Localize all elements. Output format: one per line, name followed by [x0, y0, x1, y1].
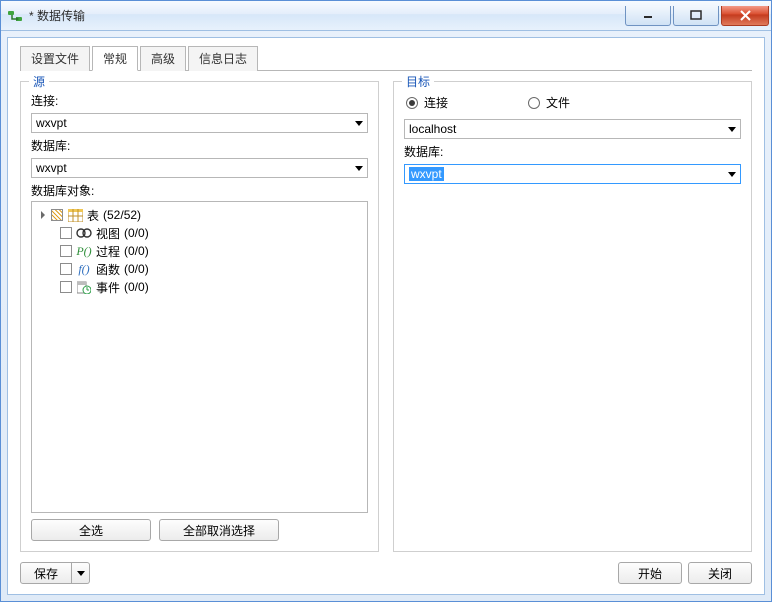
close-dialog-button[interactable]: 关闭 [688, 562, 752, 584]
maximize-button[interactable] [673, 6, 719, 26]
checkbox-funcs[interactable] [60, 263, 72, 275]
tree-row-procs[interactable]: P() 过程 (0/0) [38, 242, 361, 260]
tree-label: 过程 [96, 243, 120, 260]
source-database-select[interactable]: wxvpt [31, 158, 368, 178]
tree-row-events[interactable]: 事件 (0/0) [38, 278, 361, 296]
target-database-label: 数据库: [404, 143, 741, 160]
chevron-down-icon [355, 121, 363, 126]
close-button[interactable] [721, 6, 769, 26]
chevron-down-icon [77, 571, 85, 576]
chevron-down-icon [728, 127, 736, 132]
event-icon [76, 280, 92, 294]
dialog-footer: 保存 开始 关闭 [20, 562, 752, 584]
deselect-all-button[interactable]: 全部取消选择 [159, 519, 279, 541]
target-radio-connection[interactable]: 连接 [406, 94, 448, 111]
tab-bar: 设置文件 常规 高级 信息日志 [20, 46, 752, 71]
tab-settings[interactable]: 设置文件 [20, 46, 90, 71]
target-database-select[interactable]: wxvpt [404, 164, 741, 184]
start-button[interactable]: 开始 [618, 562, 682, 584]
radio-icon [528, 97, 540, 109]
minimize-button[interactable] [625, 6, 671, 26]
titlebar[interactable]: * 数据传输 [1, 1, 771, 31]
radio-label: 文件 [546, 94, 570, 111]
source-database-label: 数据库: [31, 137, 368, 154]
radio-label: 连接 [424, 94, 448, 111]
app-icon [7, 8, 23, 24]
save-split-button[interactable]: 保存 [20, 562, 90, 584]
select-all-button[interactable]: 全选 [31, 519, 151, 541]
tree-row-funcs[interactable]: f() 函数 (0/0) [38, 260, 361, 278]
target-connection-value: localhost [409, 122, 456, 136]
target-radio-file[interactable]: 文件 [528, 94, 570, 111]
save-dropdown[interactable] [72, 562, 90, 584]
tree-count: (0/0) [124, 244, 149, 258]
app-window: * 数据传输 设置文件 常规 高级 信息日志 源 连接: [0, 0, 772, 602]
procedure-icon: P() [76, 244, 92, 258]
checkbox-events[interactable] [60, 281, 72, 293]
checkbox-procs[interactable] [60, 245, 72, 257]
source-connection-value: wxvpt [36, 116, 67, 130]
tab-advanced[interactable]: 高级 [140, 46, 186, 71]
tree-count: (52/52) [103, 208, 141, 222]
checkbox-tables[interactable] [51, 209, 63, 221]
checkbox-views[interactable] [60, 227, 72, 239]
target-connection-select[interactable]: localhost [404, 119, 741, 139]
window-title: * 数据传输 [29, 7, 85, 24]
client-area: 设置文件 常规 高级 信息日志 源 连接: wxvpt 数据库: wxvpt [7, 37, 765, 595]
tree-label: 视图 [96, 225, 120, 242]
tree-count: (0/0) [124, 280, 149, 294]
target-database-value: wxvpt [409, 167, 444, 181]
objects-tree[interactable]: 表 (52/52) 视图 (0/0) [31, 201, 368, 513]
source-group: 源 连接: wxvpt 数据库: wxvpt 数据库对象: [20, 81, 379, 552]
chevron-down-icon [728, 172, 736, 177]
target-group-title: 目标 [402, 73, 434, 90]
chevron-down-icon [355, 166, 363, 171]
save-button[interactable]: 保存 [20, 562, 72, 584]
view-icon [76, 226, 92, 240]
source-database-value: wxvpt [36, 161, 67, 175]
tree-row-tables[interactable]: 表 (52/52) [38, 206, 361, 224]
target-group: 目标 连接 文件 localhost 数据库: [393, 81, 752, 552]
tab-log[interactable]: 信息日志 [188, 46, 258, 71]
expand-icon[interactable] [38, 208, 47, 222]
source-group-title: 源 [29, 73, 49, 90]
source-connection-label: 连接: [31, 92, 368, 109]
table-icon [67, 208, 83, 222]
tree-label: 表 [87, 207, 99, 224]
source-connection-select[interactable]: wxvpt [31, 113, 368, 133]
tree-label: 事件 [96, 279, 120, 296]
radio-icon [406, 97, 418, 109]
source-objects-label: 数据库对象: [31, 182, 368, 199]
tab-general[interactable]: 常规 [92, 46, 138, 71]
function-icon: f() [76, 262, 92, 276]
tree-row-views[interactable]: 视图 (0/0) [38, 224, 361, 242]
tree-count: (0/0) [124, 262, 149, 276]
tree-count: (0/0) [124, 226, 149, 240]
tree-label: 函数 [96, 261, 120, 278]
